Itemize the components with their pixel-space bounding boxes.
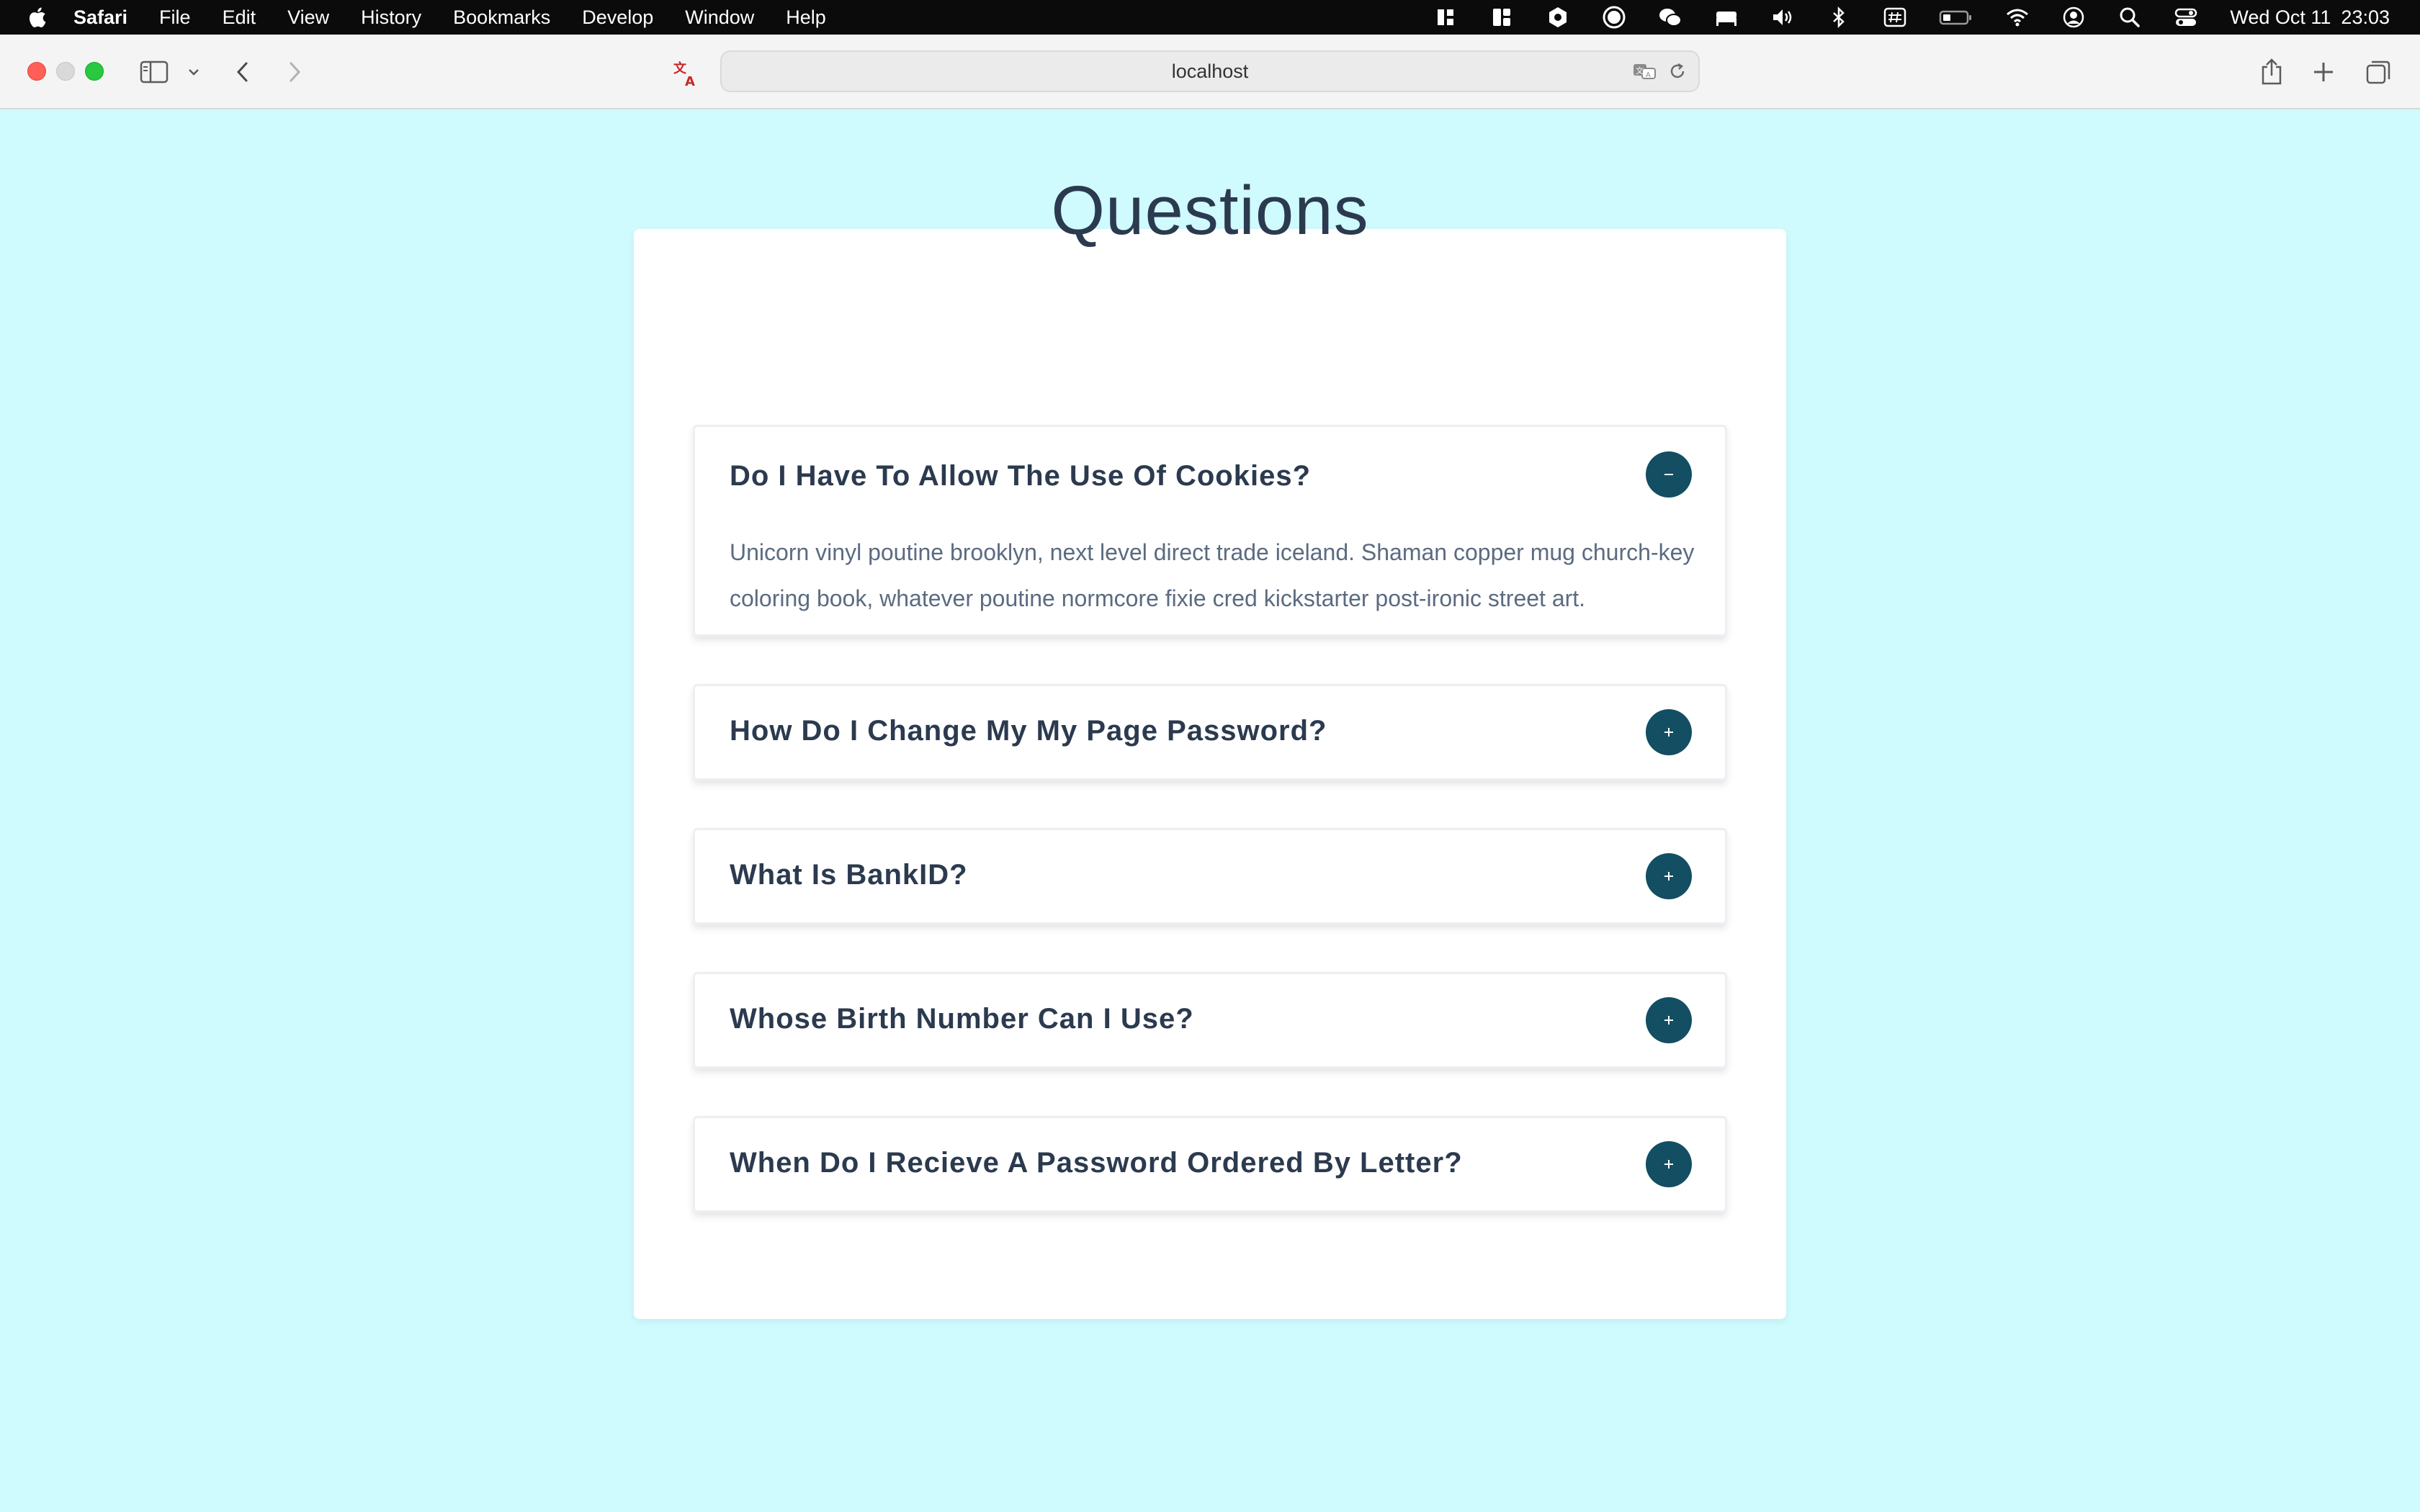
faq-item-bankid: What Is BankID?: [693, 828, 1727, 924]
forward-icon[interactable]: [282, 56, 307, 88]
tab-overview-svg: [2366, 60, 2390, 84]
minus-icon: [1664, 474, 1673, 475]
menu-file[interactable]: File: [159, 6, 191, 29]
bluetooth-svg: [1833, 6, 1845, 29]
clock-date: Wed Oct 11: [2230, 6, 2331, 28]
record-icon[interactable]: [1602, 5, 1626, 30]
faq-item-birth-number: Whose Birth Number Can I Use?: [693, 972, 1727, 1068]
menu-app-safari[interactable]: Safari: [73, 6, 127, 29]
page-title: Questions: [1051, 172, 1369, 249]
faq-item-cookies: Do I Have To Allow The Use Of Cookies? U…: [693, 425, 1727, 636]
faq-question[interactable]: What Is BankID?: [730, 859, 968, 891]
battery-icon[interactable]: [1939, 5, 1973, 30]
faq-question[interactable]: When Do I Recieve A Password Ordered By …: [730, 1147, 1463, 1179]
faq-question[interactable]: How Do I Change My My Page Password?: [730, 715, 1327, 747]
wifi-svg: [2007, 9, 2029, 27]
plus-icon: [1664, 728, 1673, 737]
expand-button[interactable]: [1646, 853, 1692, 899]
bed-svg: [1716, 12, 1737, 26]
menu-history[interactable]: History: [361, 6, 421, 29]
window-close-button[interactable]: [27, 62, 46, 81]
menu-window[interactable]: Window: [685, 6, 754, 29]
reload-icon[interactable]: [1668, 62, 1687, 81]
dashboard-icon[interactable]: [1489, 5, 1514, 30]
bluetooth-icon[interactable]: [1827, 5, 1851, 30]
faq-question[interactable]: Do I Have To Allow The Use Of Cookies?: [730, 460, 1311, 492]
plus-icon: [1664, 1160, 1673, 1169]
wechat-icon[interactable]: [1658, 5, 1682, 30]
translate-page-icon[interactable]: 文A: [1632, 61, 1658, 81]
window-minimize-button[interactable]: [56, 62, 75, 81]
faq-answer: Unicorn vinyl poutine brooklyn, next lev…: [730, 539, 1695, 611]
collapse-button[interactable]: [1646, 451, 1692, 498]
spotlight-search-svg: [2120, 7, 2141, 27]
sidebar-toggle-svg: [140, 60, 169, 84]
dashboard-svg: [1493, 9, 1511, 26]
window-zoom-button[interactable]: [85, 62, 104, 81]
grid-apps-svg: [1438, 9, 1454, 25]
forward-svg: [290, 62, 301, 82]
menu-view[interactable]: View: [287, 6, 329, 29]
expand-button[interactable]: [1646, 997, 1692, 1043]
faq-question[interactable]: Whose Birth Number Can I Use?: [730, 1003, 1194, 1035]
chevron-down-svg: [189, 69, 199, 76]
reload-svg: [1670, 63, 1685, 78]
spotlight-search-icon[interactable]: [2118, 5, 2142, 30]
translate-svg: 文A: [673, 60, 695, 87]
translate-icon[interactable]: 文A: [671, 58, 702, 88]
address-bar[interactable]: localhost 文A: [720, 50, 1700, 92]
hashtag-svg: [1884, 7, 1906, 27]
faq-item-change-password: How Do I Change My My Page Password?: [693, 684, 1727, 780]
menu-edit[interactable]: Edit: [223, 6, 256, 29]
bed-icon[interactable]: [1714, 5, 1739, 30]
hashtag-icon[interactable]: [1883, 5, 1907, 30]
hexagon-svg: [1549, 7, 1567, 27]
grid-apps-icon[interactable]: [1433, 5, 1458, 30]
plus-icon: [1664, 872, 1673, 881]
translate-page-svg: 文A: [1634, 64, 1656, 79]
menubar-clock[interactable]: Wed Oct 11 23:03: [2230, 6, 2390, 29]
menu-bar: Safari File Edit View History Bookmarks …: [0, 0, 2420, 35]
back-svg: [236, 62, 248, 82]
sidebar-toggle-icon[interactable]: [140, 58, 169, 86]
clock-time: 23:03: [2341, 6, 2390, 28]
expand-button[interactable]: [1646, 1141, 1692, 1187]
record-svg: [1603, 6, 1626, 29]
menu-develop[interactable]: Develop: [582, 6, 653, 29]
browser-toolbar: 文A localhost 文A: [0, 35, 2420, 109]
svg-text:A: A: [685, 74, 695, 87]
share-svg: [2262, 58, 2282, 85]
control-center-svg: [2175, 8, 2197, 26]
volume-svg: [1773, 9, 1792, 25]
svg-text:A: A: [1646, 71, 1651, 79]
wechat-svg: [1659, 9, 1682, 27]
expand-button[interactable]: [1646, 709, 1692, 755]
menu-help[interactable]: Help: [786, 6, 826, 29]
apple-logo-icon[interactable]: [26, 0, 48, 35]
url-text: localhost: [1171, 60, 1249, 82]
plus-icon: [1664, 1016, 1673, 1025]
share-icon[interactable]: [2257, 55, 2286, 88]
faq-item-password-letter: When Do I Recieve A Password Ordered By …: [693, 1116, 1727, 1212]
back-icon[interactable]: [230, 56, 255, 88]
new-tab-icon[interactable]: [2309, 58, 2338, 86]
control-center-icon[interactable]: [2174, 5, 2198, 30]
tab-overview-icon[interactable]: [2364, 58, 2393, 86]
menu-bookmarks[interactable]: Bookmarks: [453, 6, 550, 29]
new-tab-svg: [2314, 63, 2333, 81]
user-account-svg: [2063, 6, 2084, 28]
wifi-icon[interactable]: [2005, 5, 2030, 30]
svg-text:文: 文: [1636, 66, 1644, 76]
page-viewport: [0, 109, 2420, 1512]
chevron-down-icon[interactable]: [186, 62, 202, 82]
volume-icon[interactable]: [1770, 5, 1795, 30]
battery-svg: [1940, 10, 1972, 25]
hexagon-icon[interactable]: [1546, 5, 1570, 30]
apple-logo-svg: [29, 7, 46, 27]
user-account-icon[interactable]: [2061, 5, 2086, 30]
